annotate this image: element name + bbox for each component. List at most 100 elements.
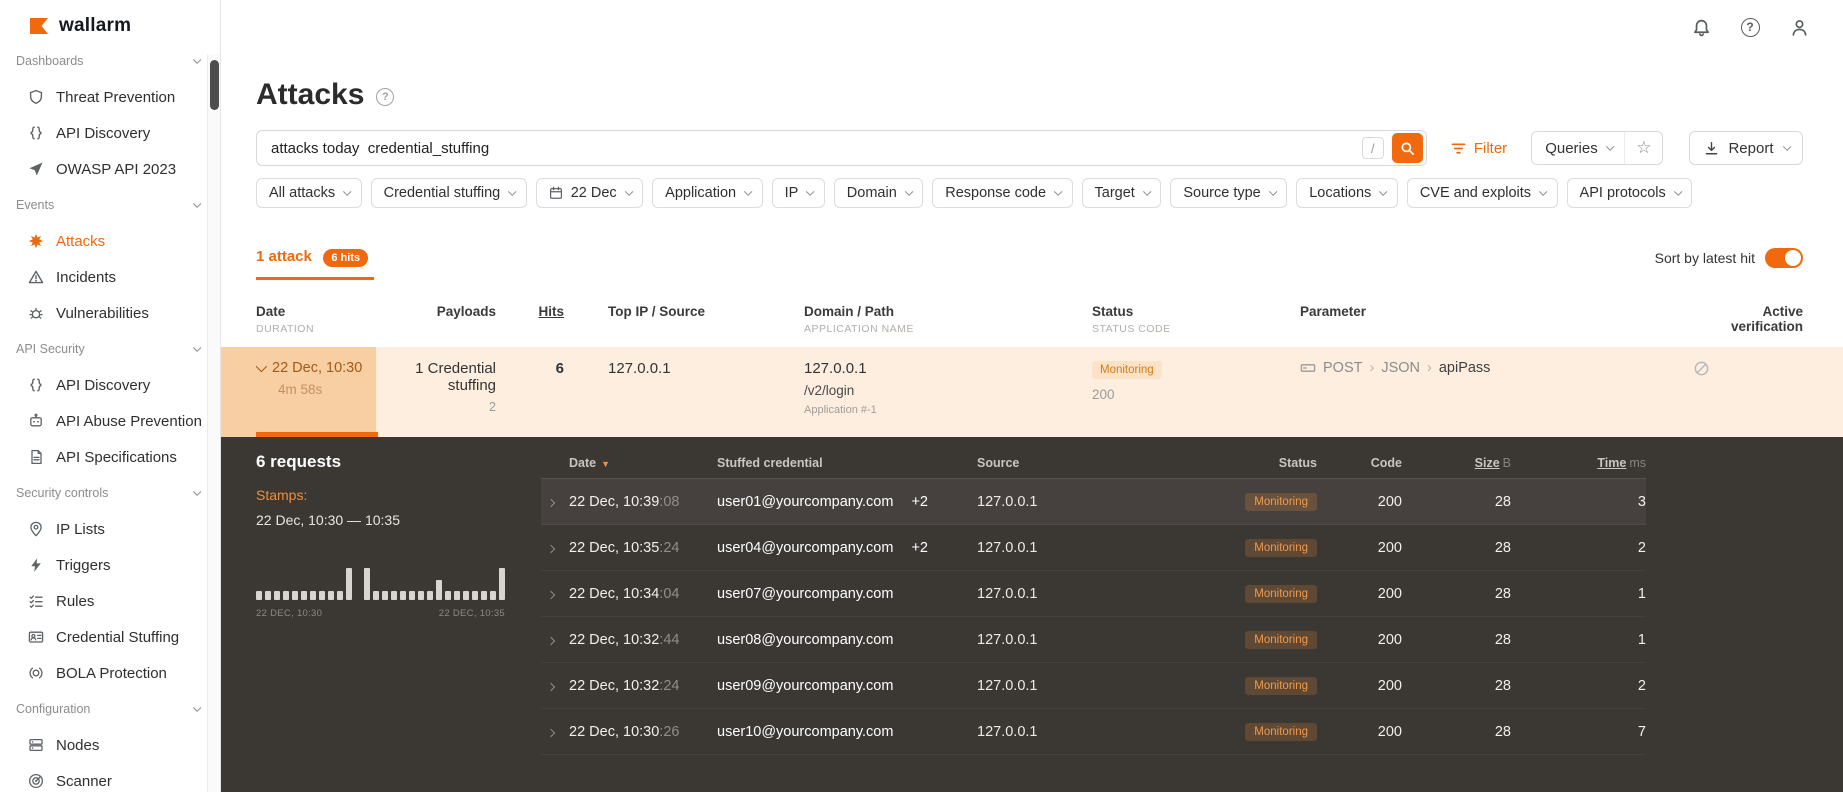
logo[interactable]: wallarm [0, 0, 220, 37]
attack-status-code: 200 [1092, 387, 1115, 402]
sidebar-item-rules[interactable]: Rules [0, 583, 220, 619]
source-ip: 127.0.0.1 [977, 631, 1038, 648]
request-row[interactable]: 22 Dec, 10:32:44 user08@yourcompany.com … [541, 617, 1646, 663]
account-icon[interactable] [1788, 16, 1810, 38]
time-value: 2 [1637, 677, 1646, 694]
chevron-right-icon[interactable] [546, 590, 556, 599]
sort-toggle[interactable] [1765, 248, 1803, 268]
sidebar-section-api-security[interactable]: API Security [0, 331, 220, 367]
attack-row[interactable]: 22 Dec, 10:30 4m 58s 1 Credential stuffi… [221, 347, 1843, 437]
sidebar-item-api-discovery-2[interactable]: API Discovery [0, 367, 220, 403]
favorite-star-button[interactable]: ☆ [1624, 132, 1662, 164]
attack-path[interactable]: /v2/login [804, 383, 1092, 398]
report-button[interactable]: Report [1689, 131, 1803, 165]
sidebar-scrollbar[interactable] [207, 54, 220, 792]
request-row[interactable]: 22 Dec, 10:39:08 user01@yourcompany.com +… [541, 479, 1646, 525]
chevron-right-icon[interactable] [546, 498, 556, 507]
request-row[interactable]: 22 Dec, 10:34:04 user07@yourcompany.com … [541, 571, 1646, 617]
chevron-right-icon[interactable] [546, 728, 556, 737]
sidebar-item-label: API Discovery [56, 124, 151, 142]
attack-count-tab[interactable]: 1 attack 6 hits [256, 248, 374, 280]
sidebar-item-label: Triggers [56, 556, 111, 574]
chip-source-type[interactable]: Source type [1170, 178, 1288, 208]
sidebar-item-bola-protection[interactable]: BOLA Protection [0, 655, 220, 691]
chip-target[interactable]: Target [1081, 178, 1162, 208]
time-value: 1 [1637, 631, 1646, 648]
response-code: 200 [1377, 585, 1402, 602]
sidebar-section-events[interactable]: Events [0, 187, 220, 223]
page-help-icon[interactable]: ? [376, 88, 395, 106]
sidebar-item-threat-prevention[interactable]: Threat Prevention [0, 79, 220, 115]
requests-table-header: Date ▼ Stuffed credential Source Status C… [541, 437, 1646, 479]
chevron-right-icon[interactable] [546, 636, 556, 645]
burst-icon [27, 233, 44, 250]
sidebar-item-label: API Discovery [56, 376, 151, 394]
sidebar-item-incidents[interactable]: Incidents [0, 259, 220, 295]
col-hits-sortable[interactable]: Hits [496, 304, 564, 319]
chevron-right-icon[interactable] [546, 682, 556, 691]
chip-application[interactable]: Application [652, 178, 763, 208]
sidebar-item-triggers[interactable]: Triggers [0, 547, 220, 583]
col-time-sortable[interactable]: Time [1597, 456, 1626, 470]
section-label: Configuration [16, 702, 91, 716]
sidebar-item-ip-lists[interactable]: IP Lists [0, 511, 220, 547]
sidebar-section-configuration[interactable]: Configuration [0, 691, 220, 727]
request-row[interactable]: 22 Dec, 10:35:24 user04@yourcompany.com +… [541, 525, 1646, 571]
time-value: 3 [1637, 493, 1646, 510]
chip-all-attacks[interactable]: All attacks [256, 178, 362, 208]
prohibited-icon[interactable] [1693, 361, 1710, 381]
attack-domain[interactable]: 127.0.0.1 [804, 360, 1092, 377]
main-area: ? Attacks ? / Fi [221, 0, 1843, 792]
request-row[interactable]: 22 Dec, 10:32:24 user09@yourcompany.com … [541, 663, 1646, 709]
filter-button[interactable]: Filter [1451, 140, 1507, 157]
attack-duration: 4m 58s [278, 382, 323, 397]
status-badge: Monitoring [1245, 493, 1317, 511]
sidebar-section-dashboards[interactable]: Dashboards [0, 43, 220, 79]
question-mark-glyph: ? [1740, 17, 1760, 37]
chevron-down-icon [1539, 187, 1548, 196]
scrollbar-thumb[interactable] [209, 60, 219, 110]
sort-control: Sort by latest hit [1655, 248, 1803, 280]
chevron-down-icon[interactable] [255, 360, 268, 373]
col-verification-2: verification [1730, 319, 1803, 334]
sidebar-item-api-specifications[interactable]: API Specifications [0, 439, 220, 475]
hits-badge: 6 hits [323, 249, 369, 267]
notifications-bell-icon[interactable] [1690, 16, 1712, 38]
chip-locations[interactable]: Locations [1296, 178, 1398, 208]
sidebar-item-label: Rules [56, 592, 95, 610]
col-date: Date [256, 304, 286, 319]
sidebar-item-vulnerabilities[interactable]: Vulnerabilities [0, 295, 220, 331]
sidebar-section-security-controls[interactable]: Security controls [0, 475, 220, 511]
sidebar-item-label: Credential Stuffing [56, 628, 180, 646]
sidebar-item-nodes[interactable]: Nodes [0, 727, 220, 763]
chip-api-protocols[interactable]: API protocols [1566, 178, 1693, 208]
search-input[interactable] [271, 139, 1362, 157]
col-source: Source [977, 455, 1020, 470]
sidebar-item-api-abuse-prevention[interactable]: API Abuse Prevention [0, 403, 220, 439]
source-ip: 127.0.0.1 [977, 585, 1038, 602]
results-row: 1 attack 6 hits Sort by latest hit [256, 248, 1803, 280]
sidebar-item-owasp-api-2023[interactable]: OWASP API 2023 [0, 151, 220, 187]
col-code: Code [1370, 455, 1402, 470]
sidebar-item-api-discovery[interactable]: API Discovery [0, 115, 220, 151]
attack-payload-count: 2 [489, 400, 496, 414]
chip-cve-and-exploits[interactable]: CVE and exploits [1406, 178, 1558, 208]
help-icon[interactable]: ? [1739, 16, 1761, 38]
search-button[interactable] [1391, 133, 1423, 163]
attack-top-ip[interactable]: 127.0.0.1 [608, 360, 671, 377]
sidebar-item-scanner[interactable]: Scanner [0, 763, 220, 792]
chip-domain[interactable]: Domain [833, 178, 924, 208]
status-badge: Monitoring [1245, 677, 1317, 695]
stamps-label[interactable]: Stamps: [256, 487, 541, 503]
queries-button[interactable]: Queries [1532, 132, 1624, 164]
chip-credential-stuffing[interactable]: Credential stuffing [370, 178, 527, 208]
chevron-right-icon[interactable] [546, 544, 556, 553]
chip-date[interactable]: 22 Dec [535, 178, 644, 208]
request-row[interactable]: 22 Dec, 10:30:26 user10@yourcompany.com … [541, 709, 1646, 755]
col-date-sortable[interactable]: Date [569, 456, 596, 470]
chip-response-code[interactable]: Response code [932, 178, 1073, 208]
sidebar-item-credential-stuffing[interactable]: Credential Stuffing [0, 619, 220, 655]
sidebar-item-attacks[interactable]: Attacks [0, 223, 220, 259]
chip-ip[interactable]: IP [771, 178, 825, 208]
col-size-sortable[interactable]: Size [1475, 456, 1500, 470]
